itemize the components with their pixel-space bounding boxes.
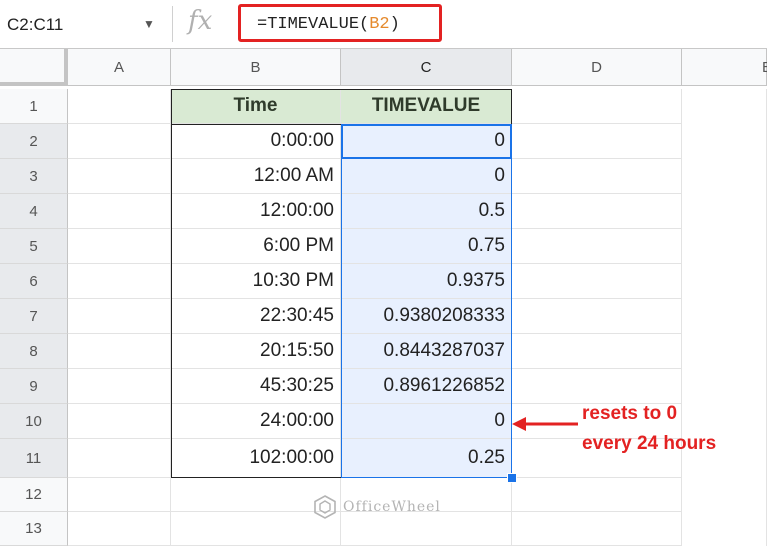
cell-a13[interactable] [68, 512, 171, 546]
timevalue-cell[interactable]: 0 [341, 159, 512, 194]
timevalue-cell[interactable]: 0.9375 [341, 264, 512, 299]
cell-d4[interactable] [512, 194, 682, 229]
column-header-e[interactable]: E [682, 49, 767, 86]
row-header-3[interactable]: 3 [0, 159, 68, 194]
annotation-line-1: resets to 0 [582, 403, 678, 424]
row-header-10[interactable]: 10 [0, 404, 68, 439]
cell-d8[interactable] [512, 334, 682, 369]
fill-handle[interactable] [507, 473, 517, 483]
formula-cell-reference: B2 [369, 15, 390, 34]
time-cell[interactable]: 45:30:25 [171, 369, 341, 404]
timevalue-cell[interactable]: 0.25 [341, 439, 512, 478]
cell-d13[interactable] [512, 512, 682, 546]
time-cell[interactable]: 12:00:00 [171, 194, 341, 229]
timevalue-cell[interactable]: 0 [341, 404, 512, 439]
column-e-area[interactable] [682, 89, 767, 546]
timevalue-cell[interactable]: 0.8443287037 [341, 334, 512, 369]
row-header-12[interactable]: 12 [0, 478, 68, 512]
formula-input[interactable]: =TIMEVALUE(B2) [238, 4, 442, 42]
cell-a4[interactable] [68, 194, 171, 229]
column-header-b[interactable]: B [171, 49, 341, 86]
cell-a11[interactable] [68, 439, 171, 478]
formula-suffix: ) [389, 15, 400, 34]
annotation-arrow-icon [512, 417, 578, 431]
time-cell[interactable]: 102:00:00 [171, 439, 341, 478]
cell-d3[interactable] [512, 159, 682, 194]
cell-a10[interactable] [68, 404, 171, 439]
cell-a9[interactable] [68, 369, 171, 404]
officewheel-logo-icon [314, 495, 336, 519]
table-header-time[interactable]: Time [171, 89, 341, 124]
cell-a5[interactable] [68, 229, 171, 264]
column-header-d[interactable]: D [512, 49, 682, 86]
cell-a2[interactable] [68, 124, 171, 159]
cell-a3[interactable] [68, 159, 171, 194]
time-cell[interactable]: 22:30:45 [171, 299, 341, 334]
timevalue-cell[interactable]: 0.75 [341, 229, 512, 264]
cell-d1[interactable] [512, 89, 682, 124]
chevron-down-icon[interactable]: ▼ [143, 17, 155, 31]
row-header-7[interactable]: 7 [0, 299, 68, 334]
row-header-5[interactable]: 5 [0, 229, 68, 264]
column-header-a[interactable]: A [68, 49, 171, 86]
formula-bar: C2:C11 ▼ fx =TIMEVALUE(B2) [0, 0, 767, 49]
row-header-1[interactable]: 1 [0, 89, 68, 124]
timevalue-cell[interactable]: 0.9380208333 [341, 299, 512, 334]
column-header-e-label: E [761, 58, 767, 76]
formula-prefix: =TIMEVALUE( [257, 15, 370, 34]
cell-d6[interactable] [512, 264, 682, 299]
watermark: OfficeWheel [313, 495, 441, 519]
annotation-text: resets to 0 every 24 hours [582, 399, 716, 459]
timevalue-cell[interactable]: 0.8961226852 [341, 369, 512, 404]
cell-a6[interactable] [68, 264, 171, 299]
row-header-9[interactable]: 9 [0, 369, 68, 404]
name-box[interactable]: C2:C11 ▼ [0, 7, 165, 41]
table-header-timevalue[interactable]: TIMEVALUE [341, 89, 512, 124]
name-box-value: C2:C11 [7, 15, 64, 34]
time-cell[interactable]: 20:15:50 [171, 334, 341, 369]
row-header-6[interactable]: 6 [0, 264, 68, 299]
row-header-13[interactable]: 13 [0, 512, 68, 546]
cell-a1[interactable] [68, 89, 171, 124]
time-cell[interactable]: 24:00:00 [171, 404, 341, 439]
cell-a8[interactable] [68, 334, 171, 369]
formula-bar-divider [172, 6, 173, 42]
row-header-11[interactable]: 11 [0, 439, 68, 478]
cell-a12[interactable] [68, 478, 171, 512]
select-all-corner[interactable] [0, 49, 68, 86]
time-cell[interactable]: 10:30 PM [171, 264, 341, 299]
row-header-2[interactable]: 2 [0, 124, 68, 159]
timevalue-cell[interactable]: 0.5 [341, 194, 512, 229]
cell-d2[interactable] [512, 124, 682, 159]
row-header-4[interactable]: 4 [0, 194, 68, 229]
formula-text: =TIMEVALUE(B2) [257, 15, 400, 34]
fx-icon: fx [188, 6, 213, 36]
row-header-8[interactable]: 8 [0, 334, 68, 369]
time-cell[interactable]: 12:00 AM [171, 159, 341, 194]
cell-d5[interactable] [512, 229, 682, 264]
cell-d7[interactable] [512, 299, 682, 334]
annotation-line-2: every 24 hours [582, 433, 717, 454]
column-header-c[interactable]: C [341, 49, 512, 86]
timevalue-cell[interactable]: 0 [341, 124, 512, 159]
watermark-text: OfficeWheel [343, 499, 441, 515]
time-cell[interactable]: 0:00:00 [171, 124, 341, 159]
cell-a7[interactable] [68, 299, 171, 334]
time-cell[interactable]: 6:00 PM [171, 229, 341, 264]
cell-d12[interactable] [512, 478, 682, 512]
